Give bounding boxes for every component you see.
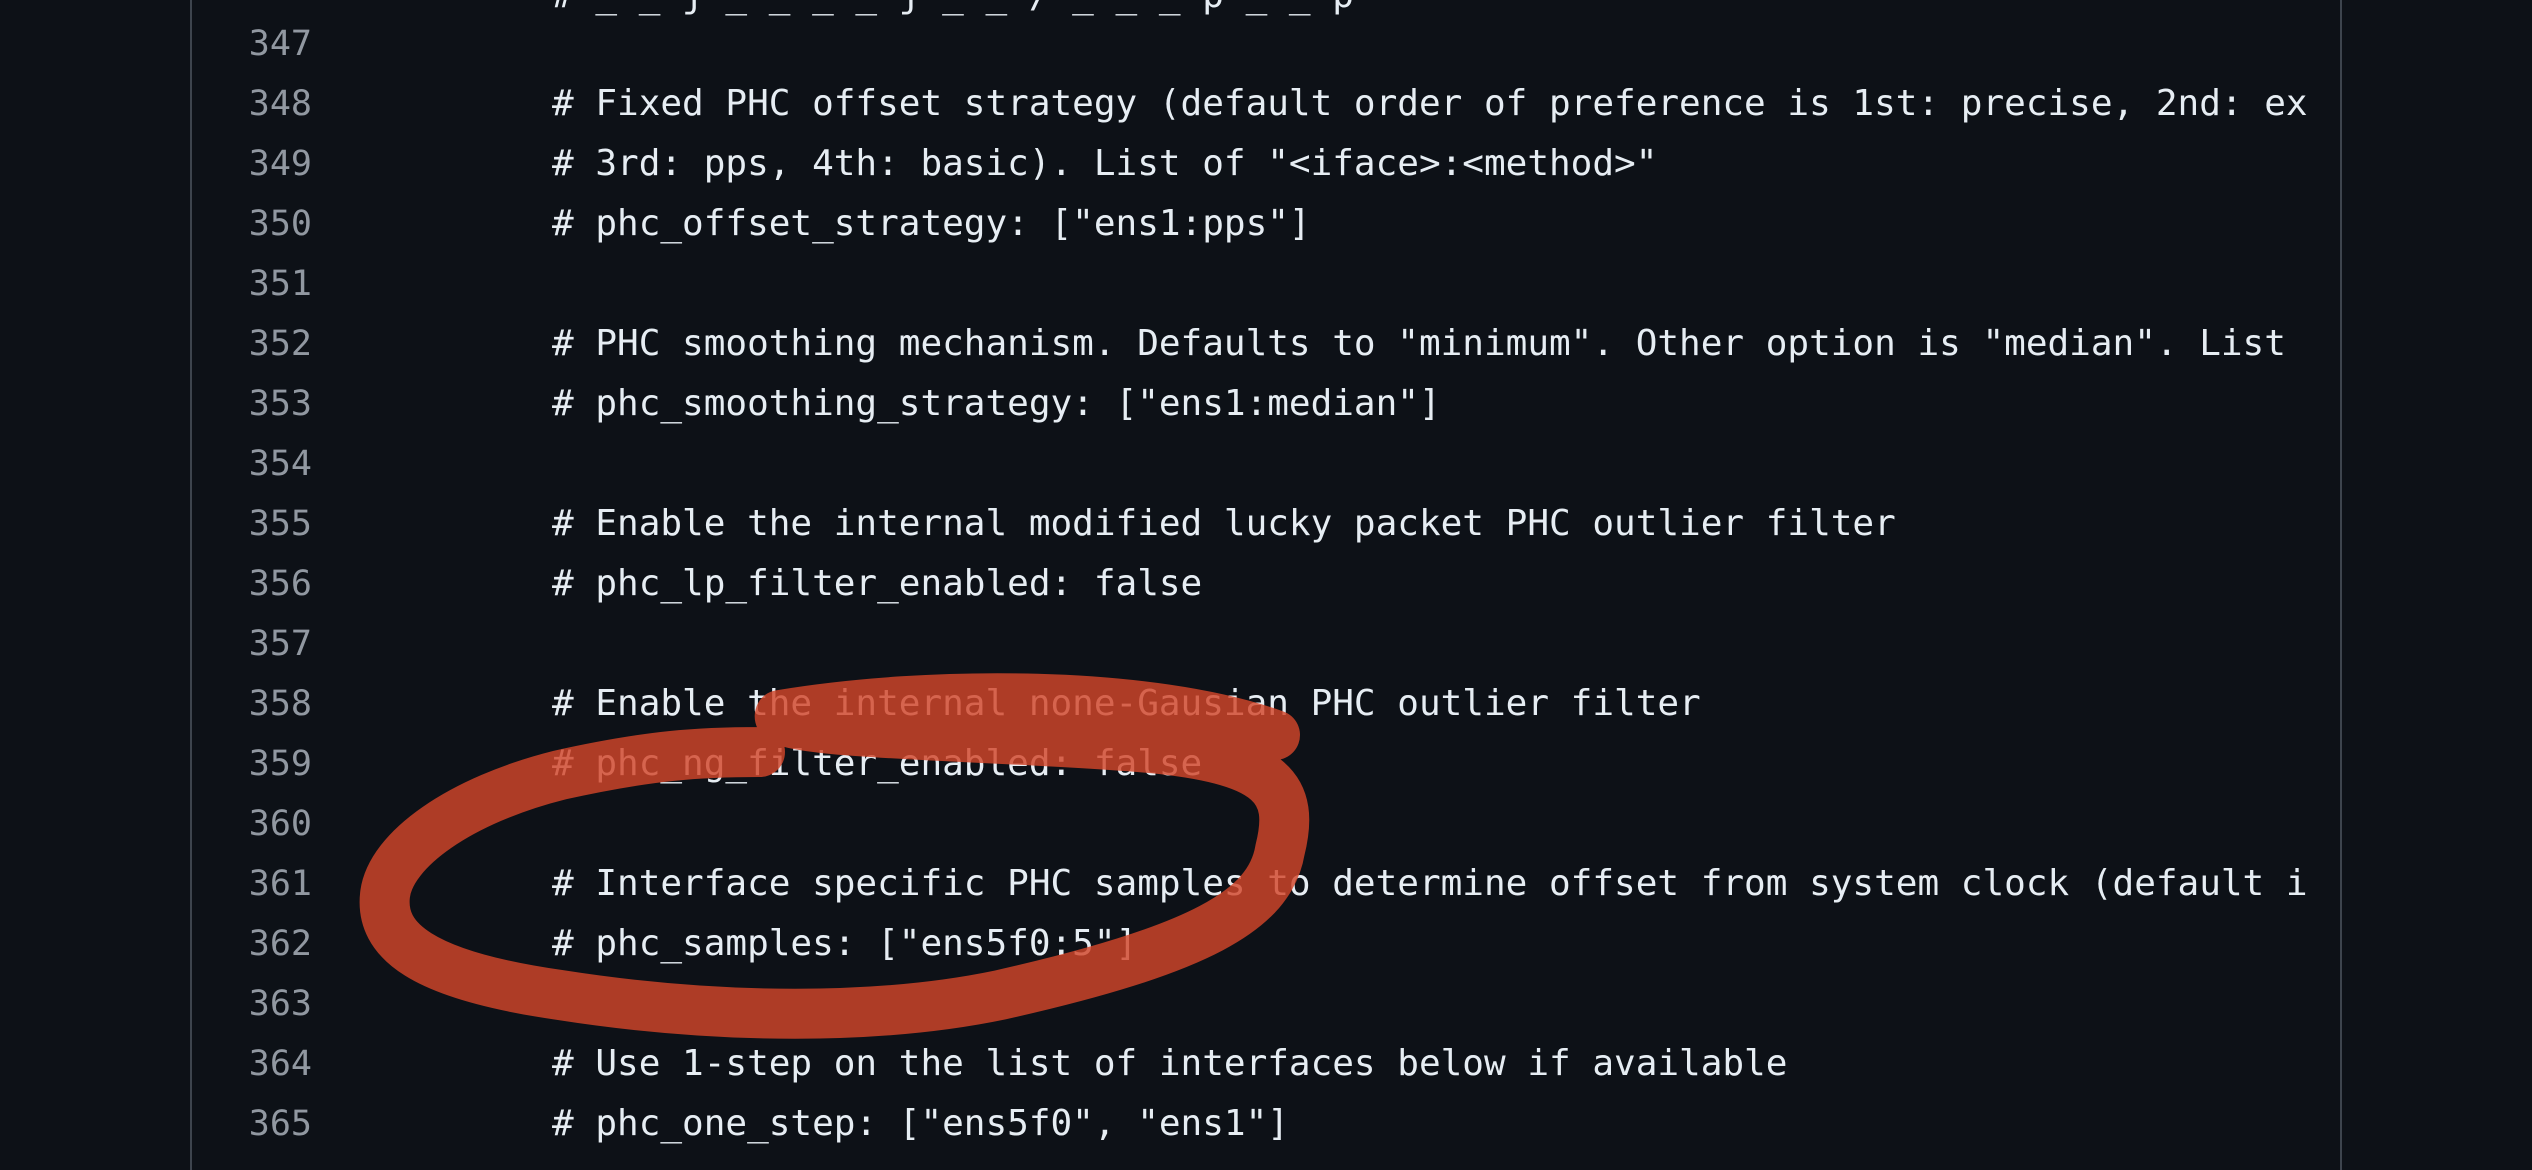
code-text: # phc_samples: ["ens5f0:5"]	[552, 923, 1138, 964]
code-line: 347	[192, 14, 2340, 74]
code-text: # phc_offset_strategy: ["ens1:pps"]	[552, 203, 1311, 244]
code-line: 360	[192, 794, 2340, 854]
line-number[interactable]: 356	[192, 554, 312, 614]
code-text: # Fixed PHC offset strategy (default ord…	[552, 83, 2308, 124]
code-line: 365 # phc_one_step: ["ens5f0", "ens1"]	[192, 1094, 2340, 1154]
code-line: 361 # Interface specific PHC samples to …	[192, 854, 2340, 914]
viewer-right-border	[2340, 0, 2342, 1170]
line-number[interactable]: 349	[192, 134, 312, 194]
code-line: 351	[192, 254, 2340, 314]
code-line: 357	[192, 614, 2340, 674]
code-line: 363	[192, 974, 2340, 1034]
code-line: 364 # Use 1-step on the list of interfac…	[192, 1034, 2340, 1094]
line-number[interactable]: 350	[192, 194, 312, 254]
line-number[interactable]: 347	[192, 14, 312, 74]
code-lines: 347 348 # Fixed PHC offset strategy (def…	[192, 14, 2340, 1154]
code-line: 350 # phc_offset_strategy: ["ens1:pps"]	[192, 194, 2340, 254]
code-viewer: # _ _ j _ _ _ _ j _ _ / _ _ _ p _ _ p 34…	[0, 0, 2532, 1170]
code-line: 349 # 3rd: pps, 4th: basic). List of "<i…	[192, 134, 2340, 194]
code-line: 358 # Enable the internal none-Gausian P…	[192, 674, 2340, 734]
line-number[interactable]: 348	[192, 74, 312, 134]
line-number[interactable]: 354	[192, 434, 312, 494]
code-line: 354	[192, 434, 2340, 494]
code-text: # Interface specific PHC samples to dete…	[552, 863, 2308, 904]
code-line: 359 # phc_ng_filter_enabled: false	[192, 734, 2340, 794]
line-number[interactable]: 357	[192, 614, 312, 674]
line-number[interactable]: 361	[192, 854, 312, 914]
code-line: 355 # Enable the internal modified lucky…	[192, 494, 2340, 554]
line-number[interactable]: 359	[192, 734, 312, 794]
code-line: 356 # phc_lp_filter_enabled: false	[192, 554, 2340, 614]
line-number[interactable]: 355	[192, 494, 312, 554]
code-area[interactable]: # _ _ j _ _ _ _ j _ _ / _ _ _ p _ _ p 34…	[192, 0, 2340, 1170]
code-text: # phc_one_step: ["ens5f0", "ens1"]	[552, 1103, 1289, 1144]
line-number[interactable]: 362	[192, 914, 312, 974]
code-line: 353 # phc_smoothing_strategy: ["ens1:med…	[192, 374, 2340, 434]
line-number[interactable]: 358	[192, 674, 312, 734]
code-line: 362 # phc_samples: ["ens5f0:5"]	[192, 914, 2340, 974]
code-text: # phc_smoothing_strategy: ["ens1:median"…	[552, 383, 1441, 424]
code-text: # 3rd: pps, 4th: basic). List of "<iface…	[552, 143, 1658, 184]
code-text: # phc_ng_filter_enabled: false	[552, 743, 1203, 784]
line-number[interactable]: 352	[192, 314, 312, 374]
code-text: # Enable the internal none-Gausian PHC o…	[552, 683, 1701, 724]
line-number[interactable]: 364	[192, 1034, 312, 1094]
line-number[interactable]: 353	[192, 374, 312, 434]
line-number[interactable]: 363	[192, 974, 312, 1034]
line-number[interactable]: 351	[192, 254, 312, 314]
code-line: 352 # PHC smoothing mechanism. Defaults …	[192, 314, 2340, 374]
code-text: # Use 1-step on the list of interfaces b…	[552, 1043, 1788, 1084]
line-number[interactable]: 365	[192, 1094, 312, 1154]
code-text: # phc_lp_filter_enabled: false	[552, 563, 1203, 604]
code-text: # PHC smoothing mechanism. Defaults to "…	[552, 323, 2286, 364]
code-line: 348 # Fixed PHC offset strategy (default…	[192, 74, 2340, 134]
code-text: # Enable the internal modified lucky pac…	[552, 503, 1896, 544]
line-number[interactable]: 360	[192, 794, 312, 854]
